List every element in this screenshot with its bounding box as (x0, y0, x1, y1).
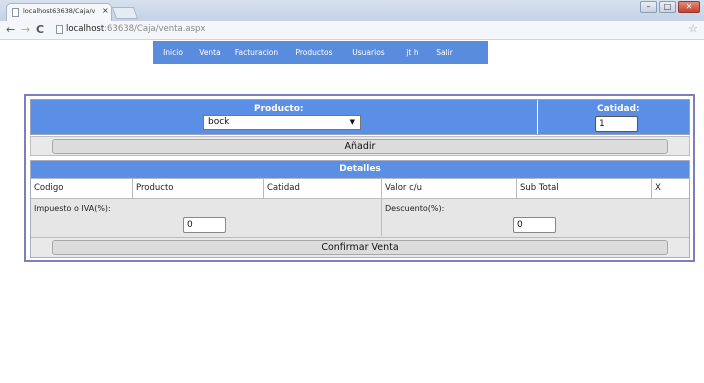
close-window-icon[interactable]: ✕ (678, 1, 700, 13)
bookmark-star-icon[interactable]: ☆ (688, 22, 698, 35)
quantity-label: Catidad: (597, 104, 640, 114)
maximize-icon[interactable]: □ (659, 1, 676, 13)
details-section: Detalles Codigo Producto Catidad Valor c… (30, 160, 690, 258)
nav-item-facturacion[interactable]: Facturacion (227, 41, 286, 64)
address-bar: ← → C localhost:63638/Caja/venta.aspx ☆ (0, 21, 704, 40)
tax-row-divider (381, 199, 382, 236)
nav-item-user[interactable]: jt h (395, 41, 430, 64)
column-header-subtotal: Sub Total (516, 179, 651, 198)
column-header-valor: Valor c/u (381, 179, 516, 198)
tax-discount-row: Impuesto o IVA(%): 0 Descuento(%): 0 (31, 199, 689, 236)
site-navbar: Inicio Venta Facturacion Productos Usuar… (153, 41, 488, 64)
discount-label: Descuento(%): (385, 204, 445, 213)
column-header-cantidad: Catidad (263, 179, 381, 198)
dropdown-arrow-icon: ▼ (349, 118, 355, 126)
quantity-input[interactable]: 1 (595, 116, 638, 132)
add-button[interactable]: Añadir (52, 139, 668, 154)
reload-icon[interactable]: C (36, 23, 44, 36)
product-selector-row: Producto: bock ▼ Catidad: 1 (30, 99, 690, 135)
column-header-producto: Producto (132, 179, 263, 198)
window-controls: – □ ✕ (640, 1, 700, 13)
details-table-header: Codigo Producto Catidad Valor c/u Sub To… (31, 178, 689, 199)
page-favicon-icon (12, 8, 19, 17)
column-header-remove: X (651, 179, 689, 198)
product-select[interactable]: bock ▼ (203, 115, 361, 130)
page-icon (56, 25, 63, 34)
nav-item-productos[interactable]: Productos (286, 41, 342, 64)
tax-input[interactable]: 0 (183, 217, 226, 233)
nav-item-usuarios[interactable]: Usuarios (342, 41, 395, 64)
discount-input[interactable]: 0 (513, 217, 556, 233)
url-text: localhost:63638/Caja/venta.aspx (66, 24, 206, 34)
confirm-sale-button[interactable]: Confirmar Venta (52, 240, 668, 255)
sale-panel: Producto: bock ▼ Catidad: 1 Añadir Detal… (24, 94, 695, 262)
nav-item-inicio[interactable]: Inicio (153, 41, 193, 64)
row-divider (537, 100, 538, 134)
url-input[interactable]: localhost:63638/Caja/venta.aspx (52, 24, 688, 36)
minimize-icon[interactable]: – (640, 1, 657, 13)
new-tab-button[interactable] (111, 7, 139, 19)
details-title: Detalles (31, 161, 689, 178)
forward-arrow-icon[interactable]: → (21, 23, 30, 36)
back-arrow-icon[interactable]: ← (6, 23, 15, 36)
tab-title: localhost63638/Caja/ven (23, 7, 95, 15)
add-button-row: Añadir (30, 136, 690, 156)
column-header-codigo: Codigo (34, 183, 64, 193)
tax-label: Impuesto o IVA(%): (34, 204, 111, 213)
nav-item-venta[interactable]: Venta (193, 41, 227, 64)
nav-item-salir[interactable]: Salir (430, 41, 459, 64)
tab-close-icon[interactable]: × (102, 6, 109, 15)
product-select-value: bock (208, 117, 230, 127)
browser-tab[interactable]: localhost63638/Caja/ven × (6, 3, 112, 21)
browser-titlebar: localhost63638/Caja/ven × – □ ✕ (0, 0, 704, 21)
confirm-button-row: Confirmar Venta (31, 237, 689, 257)
product-label: Producto: (254, 104, 304, 114)
